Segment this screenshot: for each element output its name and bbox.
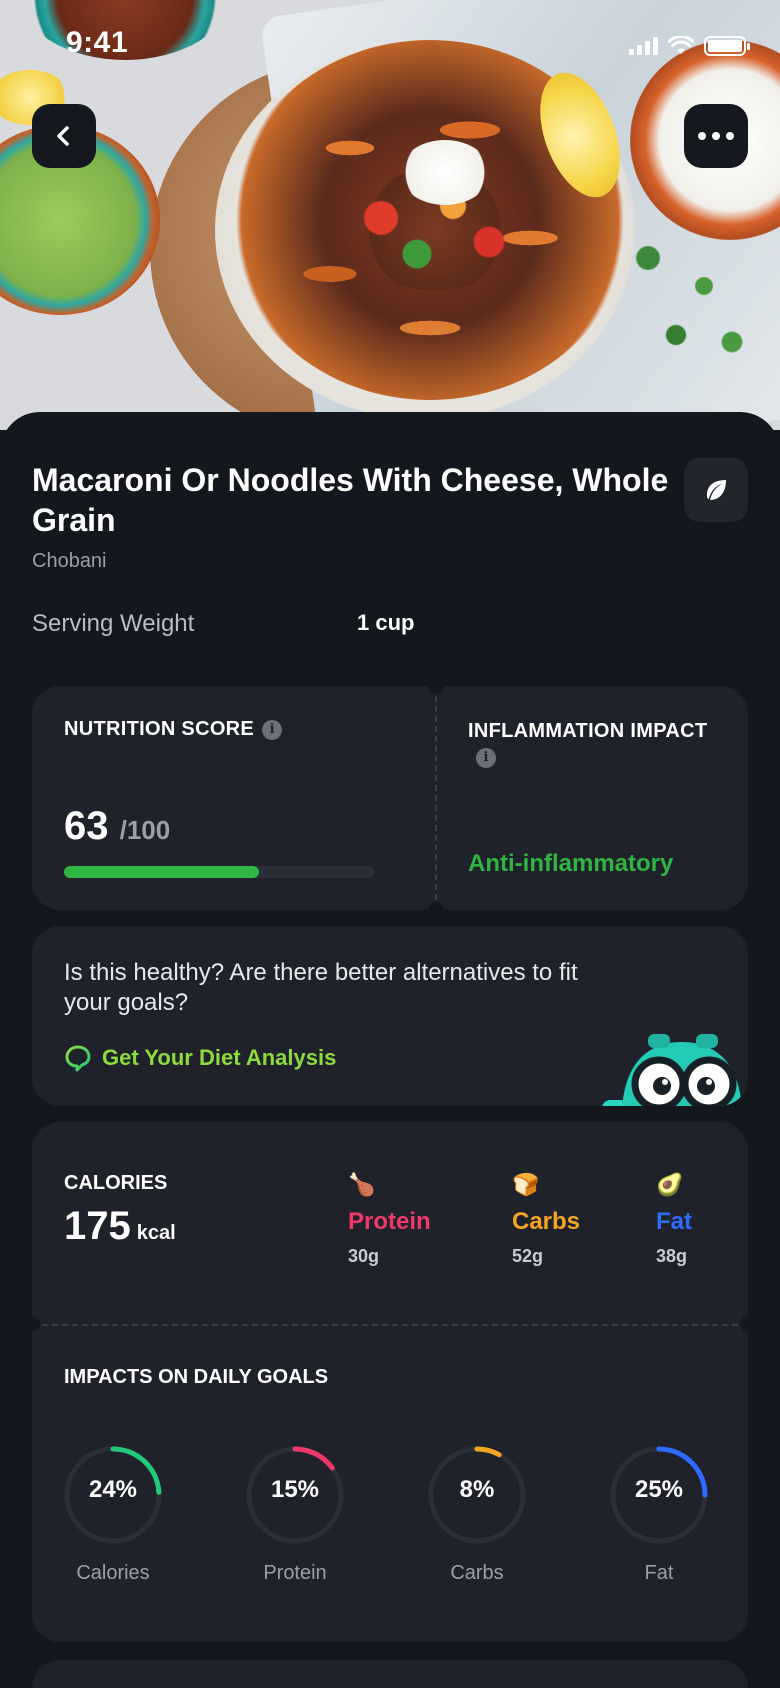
cellular-signal-icon (629, 37, 658, 55)
leaf-icon (707, 480, 726, 500)
nutrition-score-value: 63 /100 (64, 804, 170, 849)
nutrition-score-label: NUTRITION SCORE (64, 718, 255, 740)
macro-amount: 38g (656, 1246, 688, 1266)
macro-fat: 🥑 Fat 38g (656, 1172, 692, 1267)
chevron-left-icon (57, 126, 69, 146)
macro-amount: 30g (348, 1246, 380, 1266)
card-notch-bottom (428, 902, 444, 918)
diet-analysis-link[interactable]: Get Your Diet Analysis (64, 1044, 336, 1072)
goal-percent: 24% (88, 1476, 138, 1503)
more-options-button[interactable] (684, 104, 748, 168)
score-card: NUTRITION SCORE i 63 /100 INFLAMMATION IM… (32, 678, 748, 918)
goal-ring-carbs: 8% Carbs (422, 1440, 532, 1585)
more-horizontal-icon (698, 132, 734, 140)
goal-label: Carbs (450, 1562, 504, 1584)
goal-percent: 15% (270, 1476, 320, 1503)
calories-value: 175 (64, 1204, 131, 1248)
score-max: /100 (119, 815, 171, 845)
inflammation-section[interactable]: INFLAMMATION IMPACT i (468, 718, 718, 772)
diet-analysis-card[interactable]: Is this healthy? Are there better altern… (32, 926, 748, 1106)
goal-label: Protein (263, 1562, 327, 1584)
diet-analysis-cta: Get Your Diet Analysis (102, 1045, 337, 1070)
calories-unit: kcal (136, 1222, 176, 1244)
calories-card: CALORIES 175 kcal 🍗 Protein 30g 🍞 Carbs 5… (24, 1122, 756, 1642)
goal-percent: 25% (634, 1476, 684, 1503)
inflammation-value: Anti-inflammatory (468, 850, 674, 877)
avocado-icon: 🥑 (656, 1172, 684, 1197)
macro-name: Protein (348, 1208, 431, 1235)
card-notch-left (24, 1316, 40, 1332)
goal-ring-calories: 24% Calories (58, 1440, 168, 1585)
bread-icon: 🍞 (512, 1172, 540, 1197)
goal-ring-fat: 25% Fat (604, 1440, 714, 1585)
analysis-question: Is this healthy? Are there better altern… (64, 959, 578, 1016)
chat-bubble-icon (65, 1045, 91, 1072)
nutrition-score-bar-fill (64, 866, 260, 878)
serving-weight-value[interactable]: 1 cup (357, 610, 414, 636)
score-number: 63 (64, 804, 109, 848)
food-brand: Chobani (32, 550, 107, 572)
macro-name: Carbs (512, 1208, 581, 1235)
card-divider (32, 1324, 748, 1326)
status-icons (629, 36, 750, 56)
nutrition-score-bar (64, 866, 374, 878)
goal-label: Calories (76, 1562, 150, 1584)
card-notch-right (740, 1316, 756, 1332)
drumstick-icon: 🍗 (348, 1172, 376, 1197)
macro-amount: 52g (512, 1246, 544, 1266)
card-notch-top (428, 678, 444, 694)
inflammation-label: INFLAMMATION IMPACT (468, 720, 708, 742)
calories-label: CALORIES (64, 1172, 168, 1194)
food-title: Macaroni Or Noodles With Cheese, Whole G… (32, 462, 669, 538)
back-button[interactable] (32, 104, 96, 168)
calories-value-group: 175 kcal (64, 1204, 176, 1249)
battery-icon (704, 36, 750, 56)
daily-goals-title: IMPACTS ON DAILY GOALS (64, 1366, 329, 1388)
goal-ring-protein: 15% Protein (240, 1440, 350, 1585)
card-divider (435, 696, 437, 900)
leaf-button[interactable] (684, 458, 748, 522)
nutrition-score-section[interactable]: NUTRITION SCORE i (64, 718, 283, 741)
goal-percent: 8% (459, 1476, 495, 1503)
status-bar: 9:41 (0, 0, 780, 90)
macro-carbs: 🍞 Carbs 52g (512, 1172, 580, 1267)
info-icon[interactable]: i (262, 719, 283, 740)
macro-name: Fat (656, 1208, 692, 1235)
next-card (32, 1660, 748, 1688)
wifi-icon (668, 36, 694, 54)
mascot-image (602, 1034, 742, 1106)
status-time: 9:41 (66, 26, 129, 59)
info-icon[interactable]: i (476, 748, 496, 768)
macro-protein: 🍗 Protein 30g (348, 1172, 431, 1267)
serving-weight-label: Serving Weight (32, 610, 195, 637)
goal-label: Fat (644, 1562, 674, 1584)
